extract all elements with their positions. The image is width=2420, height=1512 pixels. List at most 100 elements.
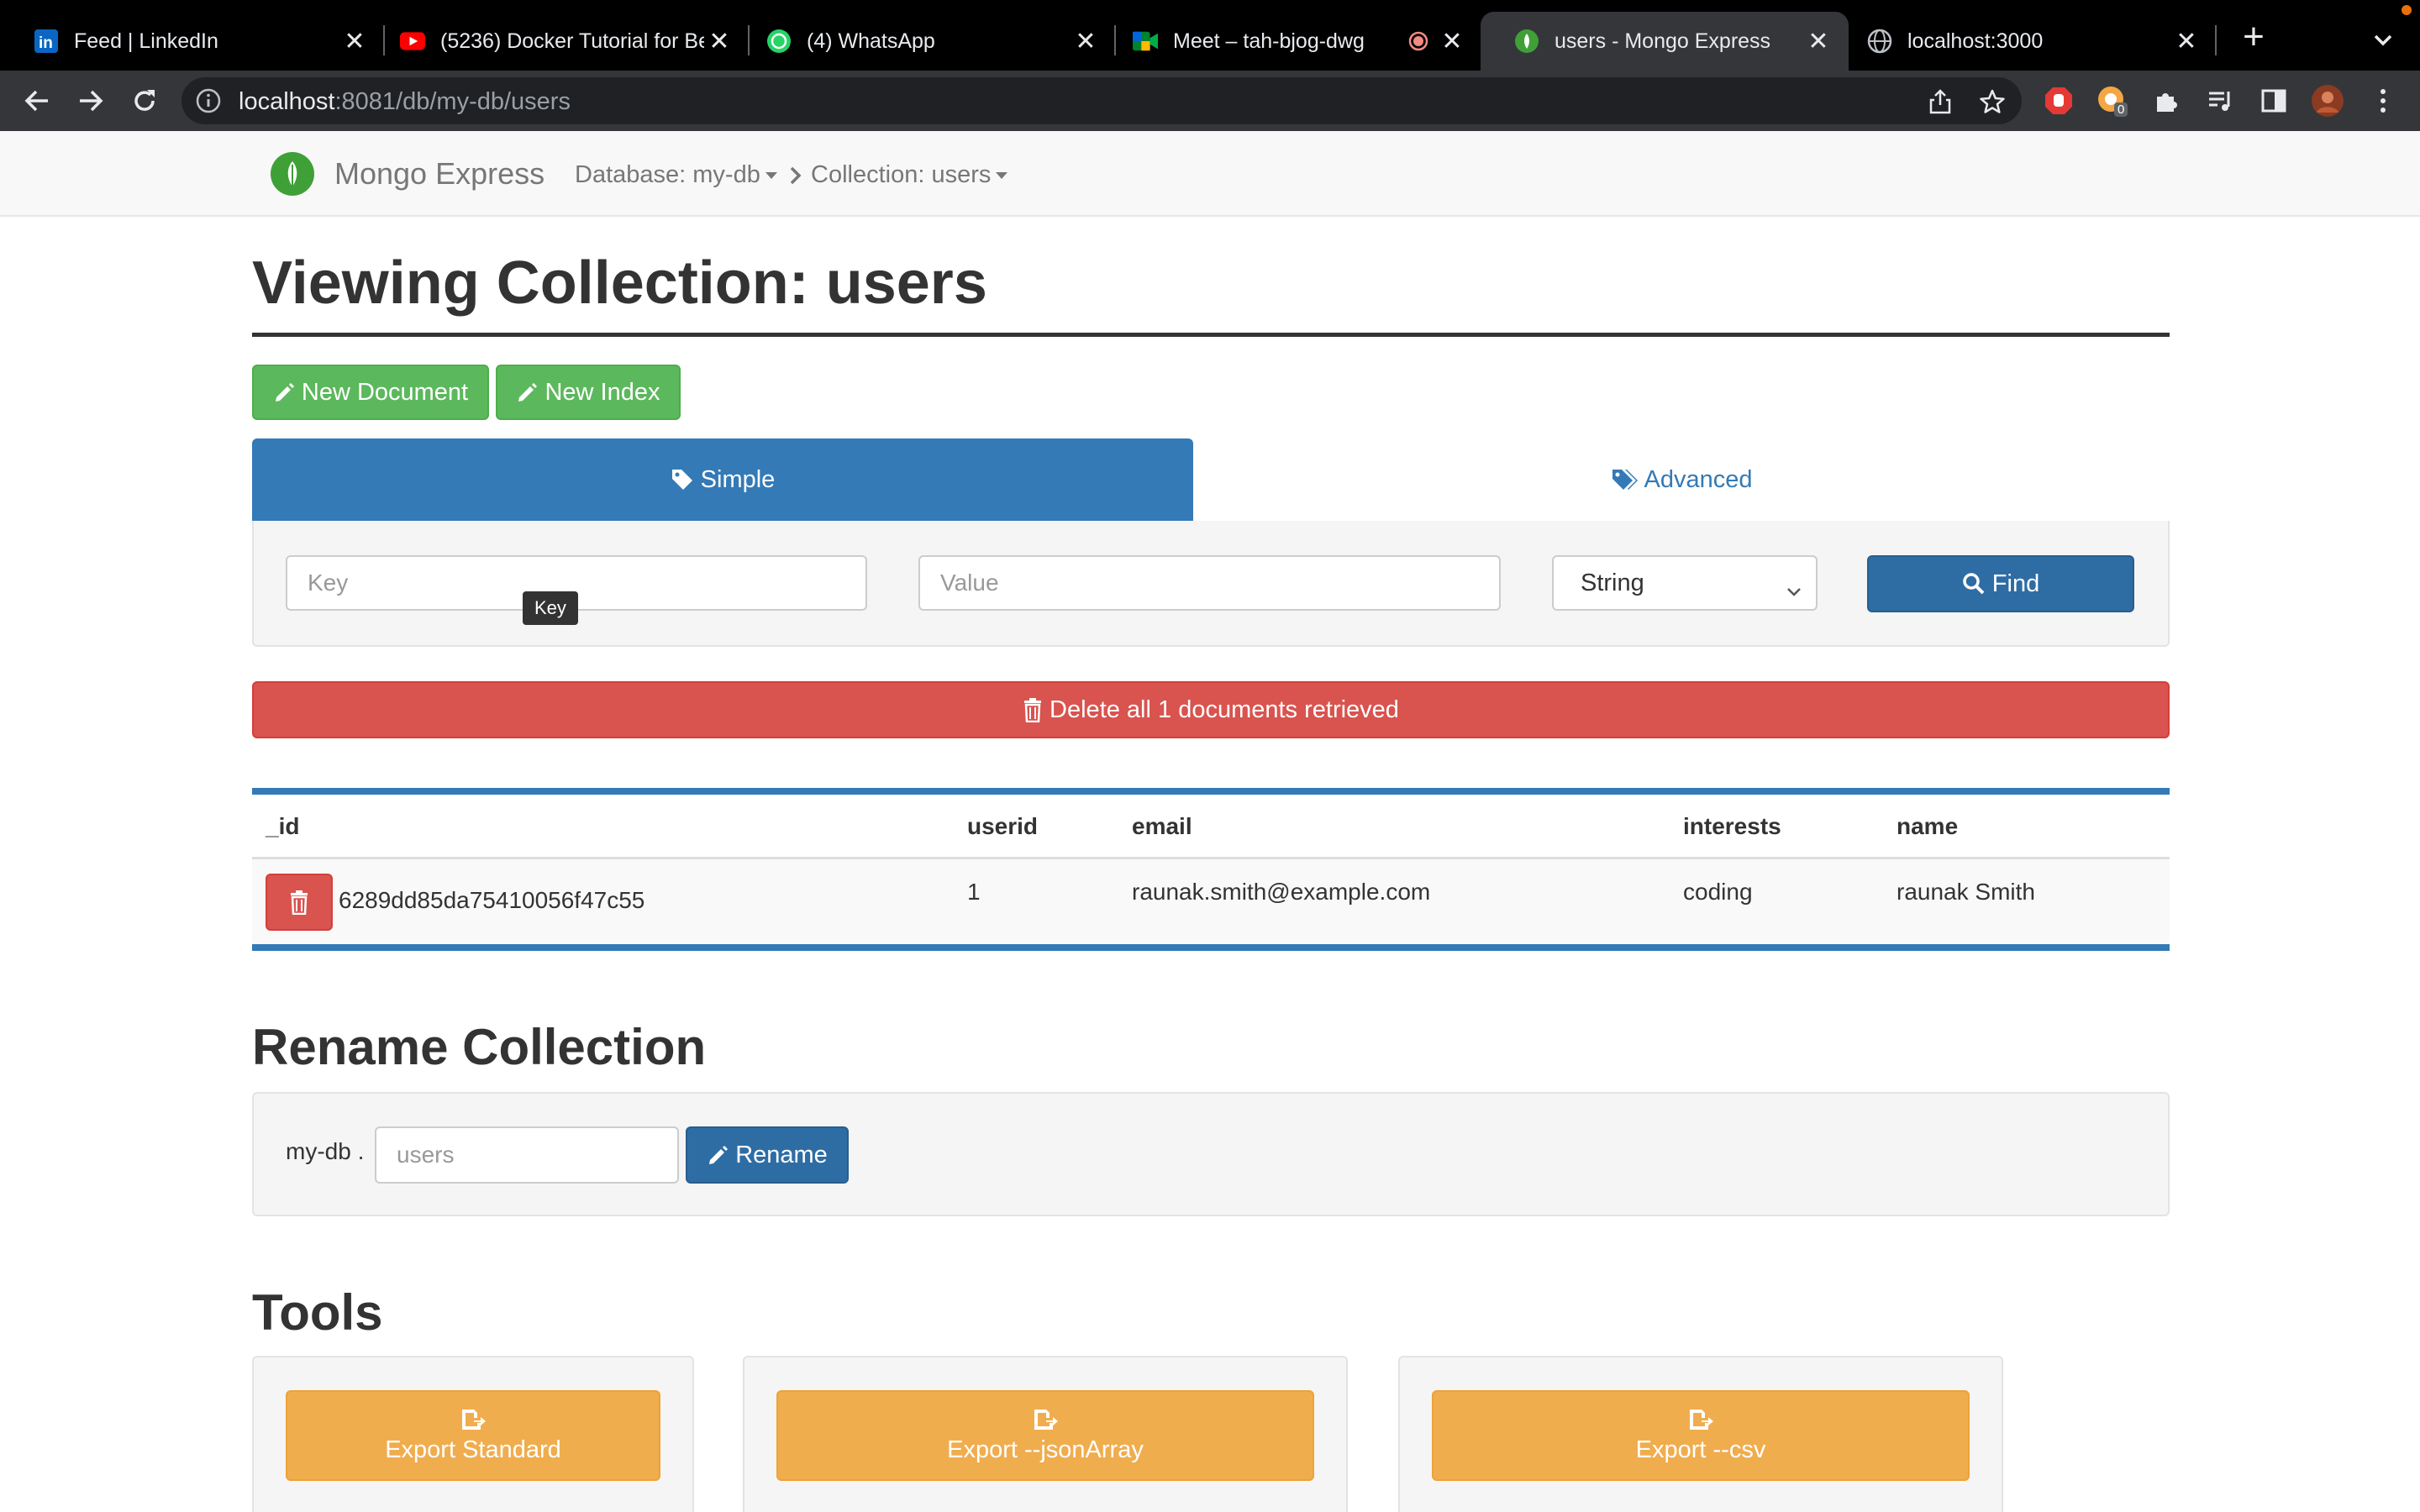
close-tab-icon[interactable]: ✕ — [1437, 26, 1467, 56]
browser-tab-strip: in Feed | LinkedIn ✕ (5236) Docker Tutor… — [0, 0, 2420, 71]
media-control-icon[interactable] — [2203, 84, 2237, 118]
svg-text:in: in — [39, 34, 53, 52]
cell-id[interactable]: 6289dd85da75410056f47c55 — [339, 887, 644, 914]
google-meet-icon — [1133, 29, 1158, 54]
close-tab-icon[interactable]: ✕ — [2171, 26, 2202, 56]
youtube-icon — [400, 29, 425, 54]
tab-title: (5236) Docker Tutorial for Beginners — [440, 29, 704, 53]
extension-badge-icon[interactable]: 0 — [2096, 84, 2129, 118]
tab-whatsapp[interactable]: (4) WhatsApp ✕ — [733, 12, 1116, 71]
find-button[interactable]: Find — [1867, 555, 2134, 612]
tab-separator — [2215, 25, 2217, 55]
database-dropdown[interactable]: Database: my-db — [575, 161, 777, 189]
url-text[interactable]: localhost:8081/db/my-db/users — [239, 88, 571, 116]
column-header-interests[interactable]: interests — [1683, 813, 1781, 840]
rename-placeholder: users — [397, 1142, 455, 1168]
tab-advanced-label: Advanced — [1644, 465, 1753, 493]
tab-title: (4) WhatsApp — [807, 29, 935, 53]
tab-simple[interactable]: Simple — [252, 438, 1193, 521]
delete-all-label: Delete all 1 documents retrieved — [1050, 696, 1399, 723]
pencil-icon — [707, 1144, 729, 1166]
adblock-extension-icon[interactable] — [2042, 84, 2075, 118]
new-document-button[interactable]: New Document — [252, 365, 489, 420]
browser-menu-icon[interactable] — [2366, 84, 2400, 118]
bookmark-star-icon[interactable] — [1978, 87, 2007, 116]
title-divider — [252, 333, 2170, 337]
tab-advanced[interactable]: Advanced — [1193, 438, 2170, 521]
tab-localhost-3000[interactable]: localhost:3000 ✕ — [1833, 12, 2217, 71]
pencil-icon — [273, 381, 295, 403]
app-navbar: Mongo Express Database: my-db Collection… — [0, 131, 2420, 217]
column-header-email[interactable]: email — [1132, 813, 1192, 840]
delete-document-button[interactable] — [266, 874, 333, 931]
new-index-button[interactable]: New Index — [496, 365, 681, 420]
reload-button[interactable] — [126, 82, 163, 119]
side-panel-icon[interactable] — [2257, 84, 2291, 118]
rename-heading: Rename Collection — [252, 1019, 707, 1075]
linkedin-icon: in — [34, 29, 59, 54]
collection-dropdown[interactable]: Collection: users — [811, 161, 1008, 189]
tab-search-chevron-icon[interactable] — [2366, 24, 2400, 57]
type-select[interactable]: String — [1552, 555, 1818, 611]
table-bottom-border — [252, 944, 2170, 951]
new-index-label: New Index — [544, 378, 660, 406]
close-tab-icon[interactable]: ✕ — [1071, 26, 1101, 56]
tab-google-meet[interactable]: Meet – tah-bjog-dwg ✕ — [1099, 12, 1482, 71]
cell-userid[interactable]: 1 — [967, 879, 981, 906]
chevron-right-icon — [786, 165, 805, 186]
close-tab-icon[interactable]: ✕ — [339, 26, 370, 56]
cell-email[interactable]: raunak.smith@example.com — [1132, 879, 1430, 906]
export-file-icon — [1033, 1408, 1058, 1431]
column-header-id[interactable]: _id — [266, 813, 299, 840]
column-header-name[interactable]: name — [1897, 813, 1958, 840]
close-tab-icon[interactable]: ✕ — [704, 26, 734, 56]
export-file-icon — [1688, 1408, 1713, 1431]
cell-interests[interactable]: coding — [1683, 879, 1753, 906]
tab-mongo-express[interactable]: users - Mongo Express ✕ — [1481, 12, 1849, 71]
share-icon[interactable] — [1926, 87, 1954, 116]
forward-button[interactable] — [72, 82, 109, 119]
tools-heading: Tools — [252, 1284, 383, 1341]
tags-icon — [1611, 468, 1641, 491]
export-jsonarray-button[interactable]: Export --jsonArray — [776, 1390, 1314, 1481]
rename-button[interactable]: Rename — [686, 1126, 849, 1184]
profile-avatar[interactable] — [2311, 84, 2344, 118]
value-placeholder: Value — [940, 570, 999, 596]
browser-toolbar: localhost:8081/db/my-db/users 0 — [0, 71, 2420, 131]
tab-title: Meet – tah-bjog-dwg — [1173, 29, 1365, 53]
tab-youtube[interactable]: (5236) Docker Tutorial for Beginners ✕ — [366, 12, 750, 71]
column-header-userid[interactable]: userid — [967, 813, 1038, 840]
app-brand[interactable]: Mongo Express — [334, 156, 544, 192]
value-input[interactable]: Value — [918, 555, 1501, 611]
type-select-value: String — [1581, 569, 1644, 596]
caret-down-icon — [765, 172, 777, 180]
close-tab-icon[interactable]: ✕ — [1803, 26, 1833, 56]
extensions-puzzle-icon[interactable] — [2149, 84, 2183, 118]
tab-title: localhost:3000 — [1907, 29, 2044, 53]
export-standard-button[interactable]: Export Standard — [286, 1390, 660, 1481]
tab-linkedin[interactable]: in Feed | LinkedIn ✕ — [0, 12, 385, 71]
globe-icon — [1867, 29, 1892, 54]
url-host: localhost — [239, 88, 335, 115]
whatsapp-icon — [766, 29, 792, 54]
arrow-right-icon — [80, 90, 103, 112]
mongo-leaf-logo-icon[interactable] — [271, 152, 314, 196]
site-info-icon[interactable] — [195, 87, 222, 114]
back-button[interactable] — [18, 82, 55, 119]
mongo-leaf-icon — [1514, 29, 1539, 54]
table-top-border — [252, 788, 2170, 795]
rename-input[interactable]: users — [375, 1126, 679, 1184]
tag-icon — [671, 468, 694, 491]
address-bar[interactable]: localhost:8081/db/my-db/users — [182, 77, 2022, 124]
delete-all-button[interactable]: Delete all 1 documents retrieved — [252, 681, 2170, 738]
new-tab-button[interactable]: + — [2235, 18, 2272, 57]
chevron-down-icon — [1786, 577, 1802, 605]
arrow-left-icon — [24, 90, 48, 112]
export-jsonarray-label: Export --jsonArray — [947, 1436, 1144, 1463]
cell-name[interactable]: raunak Smith — [1897, 879, 2035, 906]
caret-down-icon — [996, 172, 1008, 180]
recording-indicator-icon — [1408, 31, 1428, 51]
pencil-icon — [516, 381, 538, 403]
collection-crumb-label: Collection: users — [811, 161, 992, 188]
export-csv-button[interactable]: Export --csv — [1432, 1390, 1970, 1481]
